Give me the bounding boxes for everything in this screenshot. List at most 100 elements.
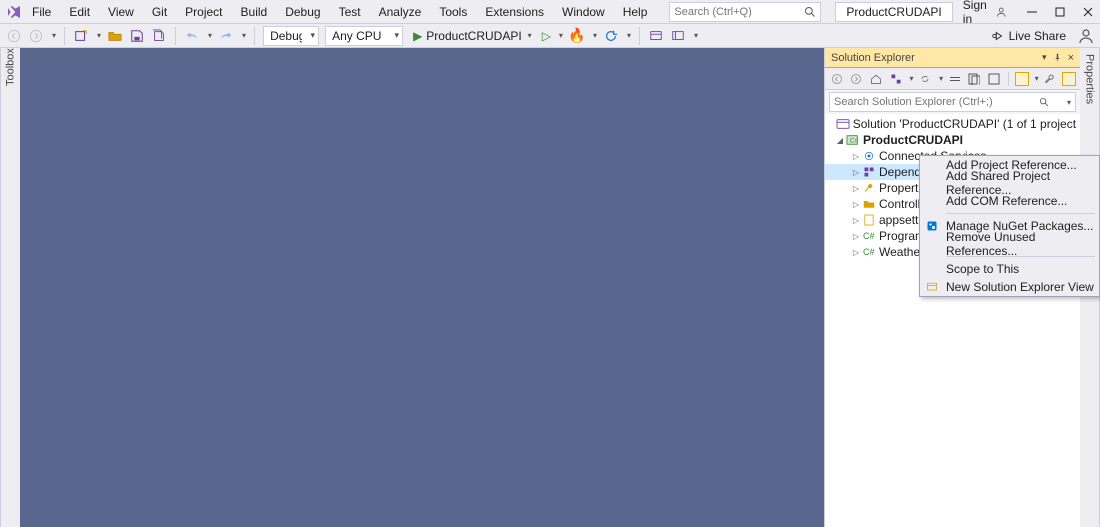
home-icon[interactable] xyxy=(868,71,884,87)
solution-explorer-search[interactable]: ▾ xyxy=(829,92,1076,112)
expand-arrow-icon[interactable]: ▷ xyxy=(851,168,861,177)
chevron-down-icon[interactable]: ▾ xyxy=(627,31,631,40)
nav-forward-icon[interactable] xyxy=(28,28,44,44)
menu-test[interactable]: Test xyxy=(331,3,369,21)
svg-text:C#: C# xyxy=(863,247,875,257)
chevron-down-icon[interactable]: ▾ xyxy=(559,31,563,40)
menu-help[interactable]: Help xyxy=(615,3,656,21)
switch-view-icon[interactable] xyxy=(888,71,904,87)
start-without-debugging-icon[interactable]: ▷ xyxy=(542,29,551,43)
hot-reload-icon[interactable]: 🔥 xyxy=(569,28,585,44)
menu-view[interactable]: View xyxy=(100,3,142,21)
wrench-icon[interactable] xyxy=(1043,71,1059,87)
configuration-select[interactable]: Debug xyxy=(263,26,319,46)
wrench-icon xyxy=(861,181,877,195)
menu-file[interactable]: File xyxy=(24,3,59,21)
new-project-icon[interactable] xyxy=(73,28,89,44)
se-back-icon[interactable] xyxy=(829,71,845,87)
connected-services-icon xyxy=(861,149,877,163)
project-node[interactable]: ◢ C# ProductCRUDAPI xyxy=(825,132,1080,148)
solution-explorer-titlebar[interactable]: Solution Explorer ▾ × xyxy=(825,48,1080,68)
maximize-button[interactable] xyxy=(1053,5,1067,19)
ctx-scope-to-this[interactable]: Scope to This xyxy=(920,260,1099,278)
nav-back-icon[interactable] xyxy=(6,28,22,44)
cs-file-icon: C# xyxy=(861,245,877,259)
menu-extensions[interactable]: Extensions xyxy=(477,3,552,21)
panel-close-icon[interactable]: × xyxy=(1068,52,1074,64)
live-share-button[interactable]: Live Share xyxy=(985,29,1072,43)
menu-git[interactable]: Git xyxy=(144,3,175,21)
chevron-down-icon[interactable]: ▾ xyxy=(97,31,101,40)
save-icon[interactable] xyxy=(129,28,145,44)
menu-project[interactable]: Project xyxy=(177,3,230,21)
chevron-down-icon[interactable]: ▾ xyxy=(909,74,913,83)
configuration-select-input[interactable]: Debug xyxy=(263,26,319,46)
properties-label: Properti xyxy=(879,181,921,195)
main-toolbar: ▾ ▾ ▾ ▾ Debug Any CPU ▶ ProductCRUDAPI ▾… xyxy=(0,24,1100,48)
menu-tools[interactable]: Tools xyxy=(431,3,475,21)
toolbar-misc2-icon[interactable] xyxy=(670,28,686,44)
menu-analyze[interactable]: Analyze xyxy=(371,3,430,21)
show-all-files-icon[interactable] xyxy=(967,71,983,87)
expand-arrow-icon[interactable]: ▷ xyxy=(851,232,861,241)
global-search-box[interactable] xyxy=(669,2,821,22)
chevron-down-icon[interactable]: ▾ xyxy=(1035,74,1039,83)
minimize-button[interactable] xyxy=(1025,5,1039,19)
panel-dropdown-icon[interactable]: ▾ xyxy=(1042,52,1047,63)
solution-label: Solution 'ProductCRUDAPI' (1 of 1 projec… xyxy=(853,117,1076,131)
redo-icon[interactable] xyxy=(218,28,234,44)
expand-arrow-icon[interactable]: ▷ xyxy=(851,248,861,257)
close-button[interactable] xyxy=(1081,5,1095,19)
search-icon xyxy=(804,6,816,18)
menu-window[interactable]: Window xyxy=(554,3,613,21)
dependencies-context-menu: Add Project Reference... Add Shared Proj… xyxy=(919,155,1100,297)
expand-arrow-icon[interactable]: ▷ xyxy=(851,200,861,209)
ctx-add-com-reference[interactable]: Add COM Reference... xyxy=(920,192,1099,210)
platform-select[interactable]: Any CPU xyxy=(325,26,403,46)
ctx-new-solution-explorer-view[interactable]: New Solution Explorer View xyxy=(920,278,1099,296)
global-search-input[interactable] xyxy=(674,6,804,18)
collapse-icon[interactable] xyxy=(947,71,963,87)
controllers-label: Controll xyxy=(879,197,920,211)
chevron-down-icon[interactable]: ▾ xyxy=(1067,98,1071,107)
toolbox-tab[interactable]: Toolbox xyxy=(0,48,20,527)
browser-refresh-icon[interactable] xyxy=(603,28,619,44)
chevron-down-icon[interactable]: ▾ xyxy=(242,31,246,40)
expand-arrow-open-icon[interactable]: ◢ xyxy=(835,136,845,145)
start-debugging-button[interactable]: ▶ ProductCRUDAPI ▾ xyxy=(409,29,536,43)
expand-arrow-icon[interactable]: ▷ xyxy=(851,152,861,161)
svg-text:C#: C# xyxy=(863,231,875,241)
preview-selected-icon[interactable] xyxy=(1062,72,1076,86)
chevron-down-icon[interactable]: ▾ xyxy=(939,74,943,83)
dependencies-icon xyxy=(861,165,877,179)
solution-explorer-search-input[interactable] xyxy=(834,96,1024,108)
ctx-remove-unused-references[interactable]: Remove Unused References... xyxy=(920,235,1099,253)
toolbar-misc1-icon[interactable] xyxy=(648,28,664,44)
se-forward-icon[interactable] xyxy=(849,71,865,87)
csproj-icon: C# xyxy=(845,133,861,147)
open-file-icon[interactable] xyxy=(107,28,123,44)
expand-arrow-icon[interactable]: ▷ xyxy=(851,184,861,193)
chevron-down-icon[interactable]: ▾ xyxy=(593,31,597,40)
filter-pending-icon[interactable] xyxy=(1015,72,1029,86)
menu-debug[interactable]: Debug xyxy=(277,3,328,21)
platform-select-input[interactable]: Any CPU xyxy=(325,26,403,46)
chevron-down-icon[interactable]: ▾ xyxy=(52,31,56,40)
ctx-add-shared-project-reference[interactable]: Add Shared Project Reference... xyxy=(920,174,1099,192)
undo-icon[interactable] xyxy=(184,28,200,44)
appsettings-label: appsetti xyxy=(879,213,921,227)
account-icon[interactable] xyxy=(1078,28,1094,44)
solution-explorer-toolbar: ▾ ▾ ▾ xyxy=(825,68,1080,90)
solution-explorer-title: Solution Explorer xyxy=(831,52,915,64)
preview-icon[interactable] xyxy=(986,71,1002,87)
chevron-down-icon[interactable]: ▾ xyxy=(694,31,698,40)
save-all-icon[interactable] xyxy=(151,28,167,44)
sync-icon[interactable] xyxy=(917,71,933,87)
expand-arrow-icon[interactable]: ▷ xyxy=(851,216,861,225)
chevron-down-icon[interactable]: ▾ xyxy=(208,31,212,40)
solution-node[interactable]: Solution 'ProductCRUDAPI' (1 of 1 projec… xyxy=(825,116,1080,132)
menu-build[interactable]: Build xyxy=(233,3,276,21)
live-share-icon xyxy=(991,29,1005,43)
menu-edit[interactable]: Edit xyxy=(61,3,98,21)
pin-icon[interactable] xyxy=(1053,53,1062,62)
